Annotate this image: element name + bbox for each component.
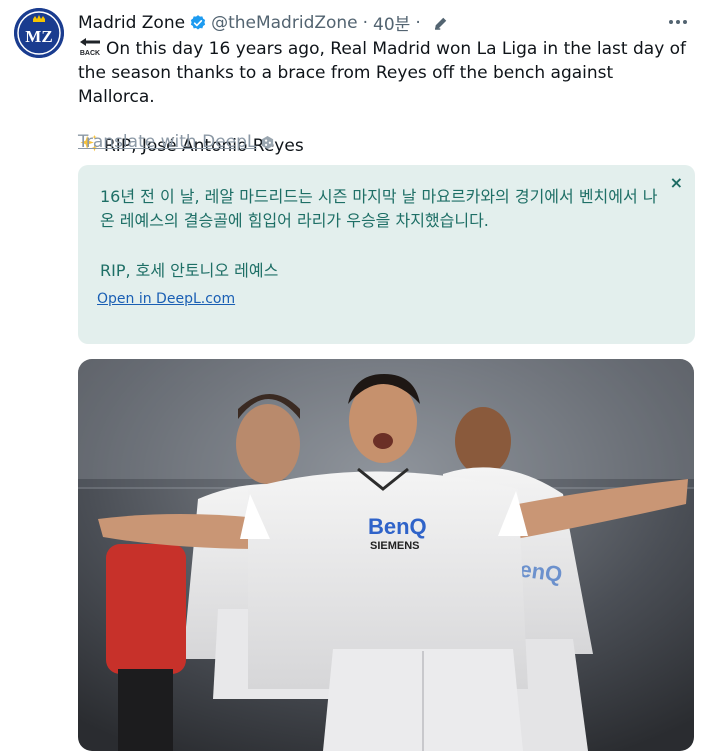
author-name[interactable]: Madrid Zone xyxy=(78,13,185,33)
deepl-translation-box: × 16년 전 이 날, 레알 마드리드는 시즌 마지막 날 마요르카와의 경기… xyxy=(78,165,695,344)
jersey-sponsor-benq: BenQ xyxy=(368,514,427,539)
tweet-header: Madrid Zone @theMadridZone · 40분 · xyxy=(78,10,450,35)
verified-badge-icon xyxy=(190,14,206,30)
svg-text:MZ: MZ xyxy=(25,27,52,46)
edit-pencil-icon[interactable] xyxy=(432,14,450,32)
author-avatar[interactable]: MZ xyxy=(14,8,64,58)
open-in-deepl-link[interactable]: Open in DeepL.com xyxy=(97,291,235,307)
tweet-text-line-1: On this day 16 years ago, Real Madrid wo… xyxy=(78,39,687,107)
deepl-logo-icon xyxy=(262,135,274,149)
close-translation-button[interactable]: × xyxy=(670,173,683,192)
author-handle[interactable]: @theMadridZone xyxy=(211,13,358,33)
tweet-paragraph-1: BACK On this day 16 years ago, Real Madr… xyxy=(78,36,693,109)
translate-with-deepl-link[interactable]: Translate with DeepL xyxy=(78,132,275,152)
more-options-button[interactable] xyxy=(667,12,689,32)
separator-dot: · xyxy=(362,12,369,33)
translation-text-2: RIP, 호세 안토니오 레예스 xyxy=(100,261,279,280)
svg-text:BACK: BACK xyxy=(80,50,100,57)
post-time[interactable]: 40분 xyxy=(373,10,410,35)
tweet-photo[interactable]: BenQ BenQ SIEMENS xyxy=(78,359,694,751)
back-arrow-emoji-icon: BACK xyxy=(80,38,100,57)
madrid-zone-logo: MZ xyxy=(14,8,64,58)
jersey-sponsor-siemens: SIEMENS xyxy=(370,540,420,552)
separator-dot: · xyxy=(415,12,421,33)
translate-link-label: Translate with DeepL xyxy=(78,132,257,152)
more-dots-icon xyxy=(669,20,687,24)
celebration-photo: BenQ BenQ SIEMENS xyxy=(78,359,694,751)
translation-text-1: 16년 전 이 날, 레알 마드리드는 시즌 마지막 날 마요르카와의 경기에서… xyxy=(100,187,658,230)
